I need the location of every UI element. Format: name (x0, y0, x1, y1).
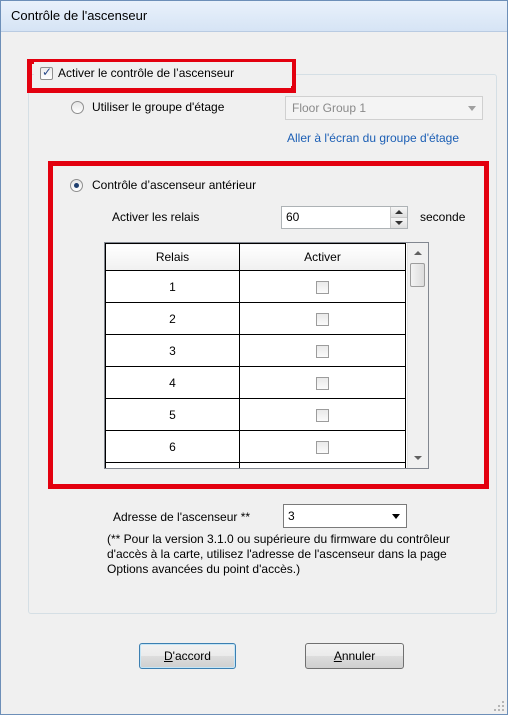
enable-cell (239, 302, 406, 335)
enable-cell (239, 430, 406, 463)
previous-control-radio[interactable] (70, 179, 83, 192)
relay-time-value: 60 (286, 210, 300, 224)
elevator-address-label: Adresse de l'ascenseur ** (113, 510, 251, 524)
column-header-relay[interactable]: Relais (105, 243, 240, 271)
resize-grip-icon[interactable] (494, 701, 504, 711)
spinner-buttons (390, 207, 407, 228)
relay-number: 5 (105, 398, 240, 431)
relay-grid-scrollbar[interactable] (407, 243, 428, 468)
relay-number: 4 (105, 366, 240, 399)
relay-enable-checkbox[interactable] (316, 312, 329, 326)
enable-cell (239, 462, 406, 468)
column-header-enable[interactable]: Activer (239, 243, 406, 271)
spinner-down-icon[interactable] (391, 218, 407, 228)
title-bar[interactable]: Contrôle de l'ascenseur (1, 1, 507, 32)
table-row: 1 (105, 270, 406, 303)
table-row: 7 (105, 462, 406, 468)
table-row: 4 (105, 366, 406, 399)
relay-number: 2 (105, 302, 240, 335)
enable-control-checkbox[interactable]: ✓ (40, 65, 53, 80)
relay-grid[interactable]: Relais Activer 1 2 3 4 5 6 (104, 242, 429, 469)
relay-table: Relais Activer 1 2 3 4 5 6 (105, 243, 406, 468)
relay-number: 3 (105, 334, 240, 367)
cancel-mnemonic: A (333, 649, 342, 663)
cancel-label: nnuler (341, 649, 376, 663)
ok-button[interactable]: D'accord (139, 643, 236, 669)
use-floor-group-radio[interactable] (71, 101, 84, 114)
relay-enable-checkbox[interactable] (316, 408, 329, 422)
window-title: Contrôle de l'ascenseur (11, 8, 148, 23)
scroll-thumb[interactable] (410, 263, 425, 287)
table-row: 2 (105, 302, 406, 335)
scroll-up-icon[interactable] (414, 251, 422, 255)
chevron-down-icon (392, 514, 400, 519)
elevator-address-value: 3 (288, 509, 295, 523)
spinner-up-icon[interactable] (391, 207, 407, 218)
floor-group-screen-link[interactable]: Aller à l'écran du groupe d'étage (287, 131, 477, 146)
enable-control-label: Activer le contrôle de l’ascenseur (58, 66, 235, 80)
scroll-down-icon[interactable] (414, 456, 422, 460)
table-row: 5 (105, 398, 406, 431)
relay-enable-checkbox[interactable] (316, 440, 329, 454)
relay-enable-checkbox[interactable] (316, 344, 329, 358)
relay-number: 7 (105, 462, 240, 468)
enable-cell (239, 334, 406, 367)
relay-number: 6 (105, 430, 240, 463)
ok-label: 'accord (172, 649, 211, 663)
relay-enable-checkbox[interactable] (316, 280, 329, 294)
enable-cell (239, 398, 406, 431)
enable-cell (239, 270, 406, 303)
use-floor-group-label: Utiliser le groupe d'étage (92, 100, 225, 114)
firmware-note: (** Pour la version 3.1.0 ou supérieure … (107, 532, 450, 576)
floor-group-value: Floor Group 1 (292, 101, 367, 115)
relay-time-spinner[interactable]: 60 (281, 206, 408, 229)
ok-mnemonic: D (164, 649, 173, 663)
relay-enable-checkbox[interactable] (316, 376, 329, 390)
previous-control-label: Contrôle d’ascenseur antérieur (92, 178, 257, 192)
floor-group-select[interactable]: Floor Group 1 (285, 96, 483, 120)
table-row: 6 (105, 430, 406, 463)
relay-number: 1 (105, 270, 240, 303)
elevator-address-select[interactable]: 3 (283, 504, 407, 528)
relay-time-label: Activer les relais (112, 210, 200, 224)
enable-control-row[interactable]: ✓ Activer le contrôle de l’ascenseur (34, 62, 292, 86)
relay-time-unit: seconde (420, 210, 466, 224)
chevron-down-icon (468, 106, 476, 111)
cancel-button[interactable]: Annuler (305, 643, 404, 669)
enable-cell (239, 366, 406, 399)
table-row: 3 (105, 334, 406, 367)
